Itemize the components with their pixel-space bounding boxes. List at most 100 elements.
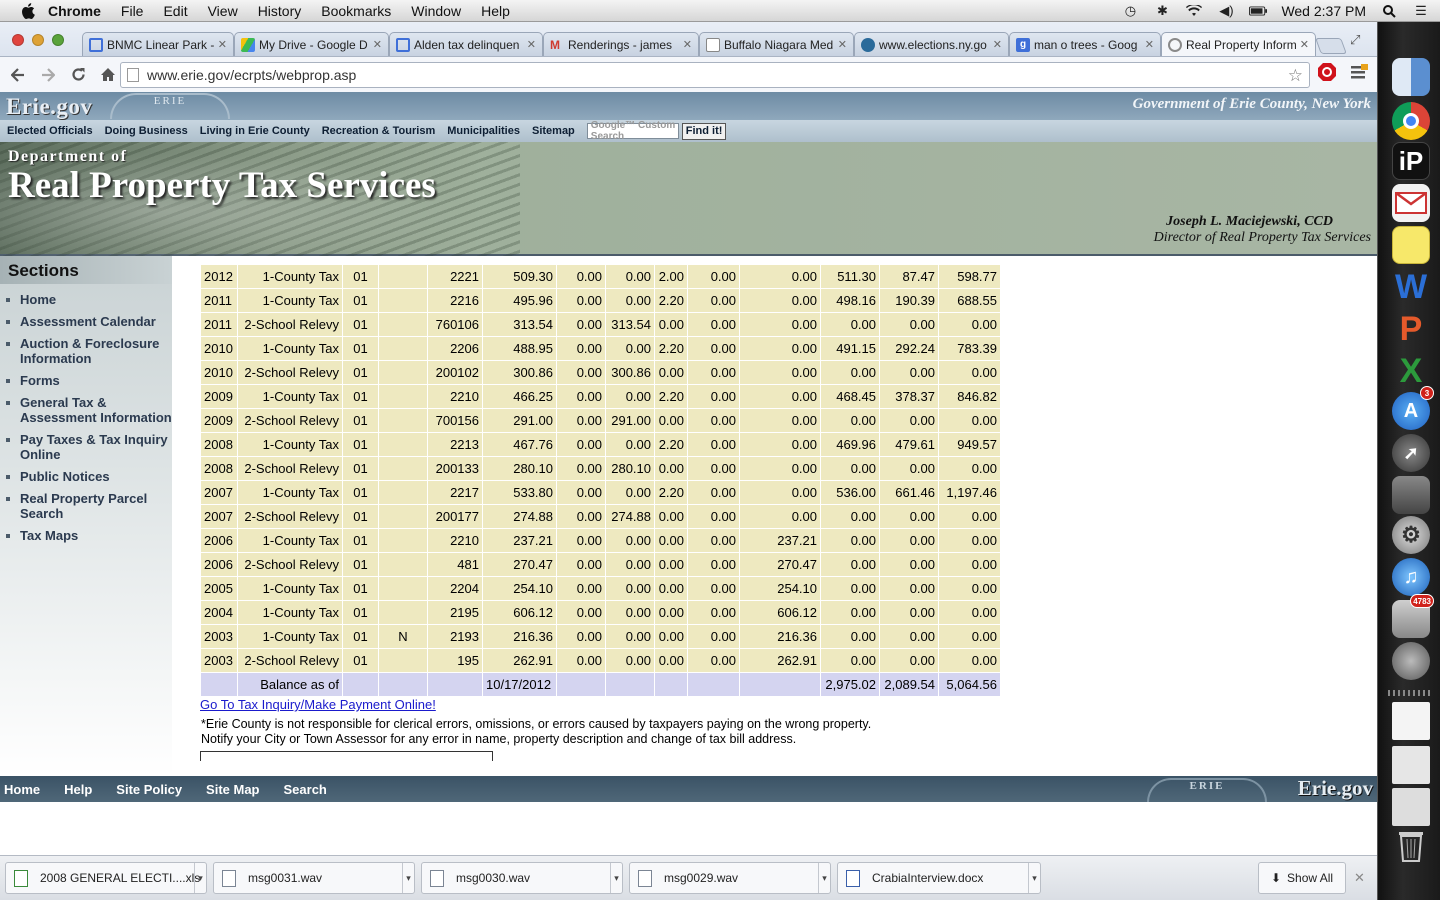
download-menu-caret[interactable]: ▾: [610, 863, 622, 893]
preview-icon[interactable]: [1392, 642, 1430, 680]
close-window-button[interactable]: [12, 34, 24, 46]
mail-icon[interactable]: [1392, 184, 1430, 222]
download-menu-caret[interactable]: ▾: [1028, 863, 1040, 893]
close-downloads-icon[interactable]: ✕: [1354, 870, 1365, 886]
menu-bookmarks[interactable]: Bookmarks: [321, 3, 391, 19]
tab-real-property[interactable]: Real Property Inform ✕: [1161, 32, 1316, 56]
nav-recreation-tourism[interactable]: Recreation & Tourism: [322, 125, 436, 137]
footer-search-link[interactable]: Search: [284, 782, 327, 797]
menu-help[interactable]: Help: [481, 3, 510, 19]
sidebar-link[interactable]: Assessment Calendar: [0, 314, 172, 329]
wifi-icon[interactable]: [1185, 3, 1203, 19]
footer-home-link[interactable]: Home: [4, 782, 40, 797]
document-icon[interactable]: [1392, 702, 1430, 740]
finder-icon[interactable]: [1392, 58, 1430, 96]
download-item[interactable]: msg0029.wav ▾: [629, 862, 831, 894]
back-button[interactable]: [4, 61, 32, 89]
chrome-icon[interactable]: [1392, 102, 1430, 140]
tab-renderings-gmail[interactable]: M Renderings - james ✕: [543, 32, 699, 56]
menu-file[interactable]: File: [121, 3, 144, 19]
fullscreen-icon[interactable]: ⤢: [1350, 32, 1360, 48]
forward-button[interactable]: [34, 61, 62, 89]
launchpad-icon[interactable]: ➚: [1392, 434, 1430, 472]
nav-municipalities[interactable]: Municipalities: [447, 125, 520, 137]
app-store-icon[interactable]: A 3: [1392, 386, 1434, 430]
tax-inquiry-payment-link[interactable]: Go To Tax Inquiry/Make Payment Online!: [200, 697, 436, 712]
close-tab-icon[interactable]: ✕: [373, 38, 382, 51]
footer-help-link[interactable]: Help: [64, 782, 92, 797]
new-tab-button[interactable]: [1315, 38, 1347, 54]
close-tab-icon[interactable]: ✕: [1145, 38, 1154, 51]
stickies-icon[interactable]: [1392, 226, 1430, 264]
bookmark-star-icon[interactable]: ☆: [1288, 66, 1303, 86]
menu-view[interactable]: View: [208, 3, 238, 19]
google-search-input[interactable]: Google™ Custom Search: [586, 120, 679, 142]
download-menu-caret[interactable]: ▾: [194, 863, 206, 893]
nav-doing-business[interactable]: Doing Business: [105, 125, 188, 137]
address-url[interactable]: www.erie.gov/ecrpts/webprop.asp: [147, 67, 356, 83]
ipulse-icon[interactable]: iP: [1392, 142, 1430, 180]
volume-icon[interactable]: ◀): [1217, 3, 1235, 19]
footer-site-map-link[interactable]: Site Map: [206, 782, 259, 797]
powerpoint-icon[interactable]: P: [1392, 310, 1430, 348]
sidebar-link[interactable]: Pay Taxes & Tax Inquiry Online: [0, 432, 172, 462]
menu-window[interactable]: Window: [411, 3, 461, 19]
home-button[interactable]: [94, 61, 122, 89]
menu-app-name[interactable]: Chrome: [48, 3, 101, 19]
time-machine-icon[interactable]: ◷: [1121, 3, 1139, 19]
tab-man-o-trees[interactable]: g man o trees - Goog ✕: [1009, 32, 1161, 56]
tab-bnmc-linear-park[interactable]: BNMC Linear Park - ✕: [82, 32, 234, 56]
itunes-icon[interactable]: ♫: [1392, 558, 1430, 596]
footer-site-policy-link[interactable]: Site Policy: [116, 782, 182, 797]
download-item[interactable]: 2008 GENERAL ELECTI....xls ▾: [5, 862, 207, 894]
iphoto-icon[interactable]: 4783: [1392, 594, 1434, 638]
bluetooth-icon[interactable]: ✱: [1153, 3, 1171, 19]
show-all-downloads-button[interactable]: ⬇ Show All: [1258, 862, 1346, 894]
screenshot-icon[interactable]: [1392, 746, 1430, 784]
photo-booth-icon[interactable]: [1392, 476, 1430, 514]
tab-elections-ny[interactable]: www.elections.ny.go ✕: [854, 32, 1009, 56]
battery-icon[interactable]: [1249, 3, 1268, 19]
minimize-window-button[interactable]: [32, 34, 44, 46]
close-tab-icon[interactable]: ✕: [683, 38, 692, 51]
find-it-button[interactable]: Find it!: [681, 122, 727, 140]
sidebar-link[interactable]: Tax Maps: [0, 528, 172, 543]
close-tab-icon[interactable]: ✕: [838, 38, 847, 51]
tab-buffalo-niagara[interactable]: Buffalo Niagara Med ✕: [699, 32, 854, 56]
sidebar-link[interactable]: Real Property Parcel Search: [0, 491, 172, 521]
erie-gov-logo[interactable]: Erie.gov: [6, 94, 92, 120]
sidebar-link[interactable]: Auction & Foreclosure Information: [0, 336, 172, 366]
nav-sitemap[interactable]: Sitemap: [532, 125, 575, 137]
sidebar-link[interactable]: Forms: [0, 373, 172, 388]
menu-history[interactable]: History: [258, 3, 302, 19]
word-icon[interactable]: W: [1392, 268, 1430, 306]
excel-icon[interactable]: X: [1392, 352, 1430, 390]
close-tab-icon[interactable]: ✕: [218, 38, 227, 51]
system-preferences-icon[interactable]: ⚙: [1392, 516, 1430, 554]
menu-clock[interactable]: Wed 2:37 PM: [1281, 3, 1366, 19]
nav-elected-officials[interactable]: Elected Officials: [7, 125, 93, 137]
reload-button[interactable]: [64, 61, 92, 89]
sidebar-link[interactable]: General Tax & Assessment Information: [0, 395, 172, 425]
sidebar-link[interactable]: Home: [0, 292, 172, 307]
notification-center-icon[interactable]: ☰: [1412, 3, 1430, 19]
chrome-menu-icon[interactable]: [1348, 61, 1370, 83]
zoom-window-button[interactable]: [52, 34, 64, 46]
close-tab-icon[interactable]: ✕: [1300, 38, 1309, 51]
spotlight-search-icon[interactable]: [1380, 3, 1398, 19]
tab-alden-tax[interactable]: Alden tax delinquen ✕: [389, 32, 543, 56]
close-tab-icon[interactable]: ✕: [527, 38, 536, 51]
downloads-stack-icon[interactable]: [1392, 788, 1430, 826]
download-item[interactable]: msg0031.wav ▾: [213, 862, 415, 894]
nav-living-in-erie[interactable]: Living in Erie County: [200, 125, 310, 137]
menu-edit[interactable]: Edit: [163, 3, 187, 19]
download-item[interactable]: CrabiaInterview.docx ▾: [837, 862, 1041, 894]
adblock-icon[interactable]: [1316, 61, 1338, 83]
download-menu-caret[interactable]: ▾: [818, 863, 830, 893]
close-tab-icon[interactable]: ✕: [993, 38, 1002, 51]
download-menu-caret[interactable]: ▾: [402, 863, 414, 893]
apple-icon[interactable]: [18, 1, 38, 21]
trash-icon[interactable]: [1392, 826, 1430, 864]
download-item[interactable]: msg0030.wav ▾: [421, 862, 623, 894]
address-bar[interactable]: www.erie.gov/ecrpts/webprop.asp ☆: [120, 62, 1310, 88]
